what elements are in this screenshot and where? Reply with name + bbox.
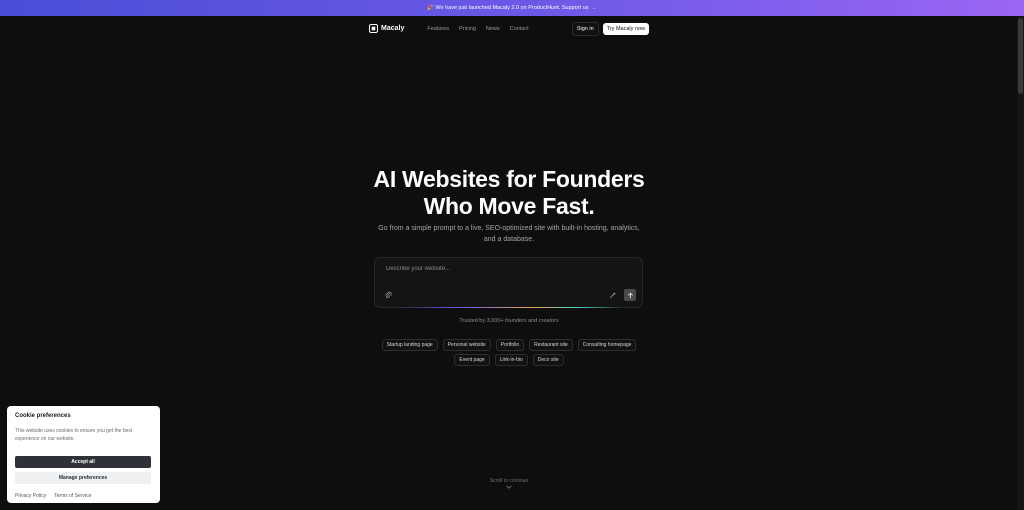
prompt-glow <box>395 307 622 308</box>
arrow-up-icon <box>627 291 633 298</box>
chip-consulting-homepage[interactable]: Consulting homepage <box>577 339 637 351</box>
hero-title: AI Websites for Founders Who Move Fast. <box>0 166 1018 220</box>
chip-restaurant-site[interactable]: Restaurant site <box>529 339 573 351</box>
chip-link-in-bio[interactable]: Link-in-bio <box>494 354 528 366</box>
terms-of-service-link[interactable]: Terms of Service <box>54 493 91 499</box>
logo-text: Macaly <box>381 25 405 32</box>
top-navigation: Macaly Features Pricing News Contact Sig… <box>369 20 649 37</box>
hero-title-line1: AI Websites for Founders <box>373 166 645 192</box>
scrollbar-thumb[interactable] <box>1018 18 1023 94</box>
cookie-description: This website uses cookies to ensure you … <box>15 428 133 442</box>
paperclip-icon[interactable] <box>384 291 392 299</box>
chip-personal-website[interactable]: Personal website <box>442 339 491 351</box>
cookie-links: Privacy Policy Terms of Service <box>15 493 91 499</box>
chip-startup-landing-page[interactable]: Startup landing page <box>381 339 438 351</box>
chevron-down-icon <box>506 485 512 489</box>
send-button[interactable] <box>624 289 636 301</box>
template-chips-row-2: Event page Link-in-bio Deco site <box>0 354 1018 366</box>
template-chips-row-1: Startup landing page Personal website Po… <box>0 339 1018 351</box>
chip-portfolio[interactable]: Portfolio <box>495 339 525 351</box>
nav-link-pricing[interactable]: Pricing <box>459 26 476 32</box>
arrow-right-icon: → <box>591 5 597 11</box>
accept-all-button[interactable]: Accept all <box>15 456 151 468</box>
banner-text: 🎉 We have just launched Macaly 2.0 on Pr… <box>427 5 589 11</box>
nav-link-features[interactable]: Features <box>427 26 449 32</box>
hero-title-line2: Who Move Fast. <box>423 193 595 219</box>
logo-icon <box>369 24 378 33</box>
nav-actions: Sign in Try Macaly now <box>571 21 649 36</box>
try-now-button[interactable]: Try Macaly now <box>602 22 649 35</box>
manage-preferences-button[interactable]: Manage preferences <box>15 472 151 484</box>
nav-link-news[interactable]: News <box>486 26 500 32</box>
magic-wand-icon[interactable] <box>609 291 617 299</box>
chip-event-page[interactable]: Event page <box>454 354 490 366</box>
privacy-policy-link[interactable]: Privacy Policy <box>15 493 46 499</box>
sign-in-button[interactable]: Sign in <box>571 21 599 36</box>
prompt-box <box>374 257 643 308</box>
hero-subtitle: Go from a simple prompt to a live, SEO-o… <box>378 225 640 243</box>
website-description-input[interactable] <box>386 266 626 272</box>
trusted-by-text: Trusted by 3,000+ founders and creators <box>459 318 559 324</box>
nav-links: Features Pricing News Contact <box>427 26 528 32</box>
announcement-banner[interactable]: 🎉 We have just launched Macaly 2.0 on Pr… <box>0 0 1024 16</box>
scroll-hint-text: Scroll to continue <box>489 478 529 484</box>
logo[interactable]: Macaly <box>369 24 404 33</box>
cookie-title: Cookie preferences <box>15 413 71 419</box>
cookie-preferences-dialog: Cookie preferences This website uses coo… <box>7 406 160 503</box>
nav-link-contact[interactable]: Contact <box>510 26 529 32</box>
chip-deco-site[interactable]: Deco site <box>532 354 564 366</box>
